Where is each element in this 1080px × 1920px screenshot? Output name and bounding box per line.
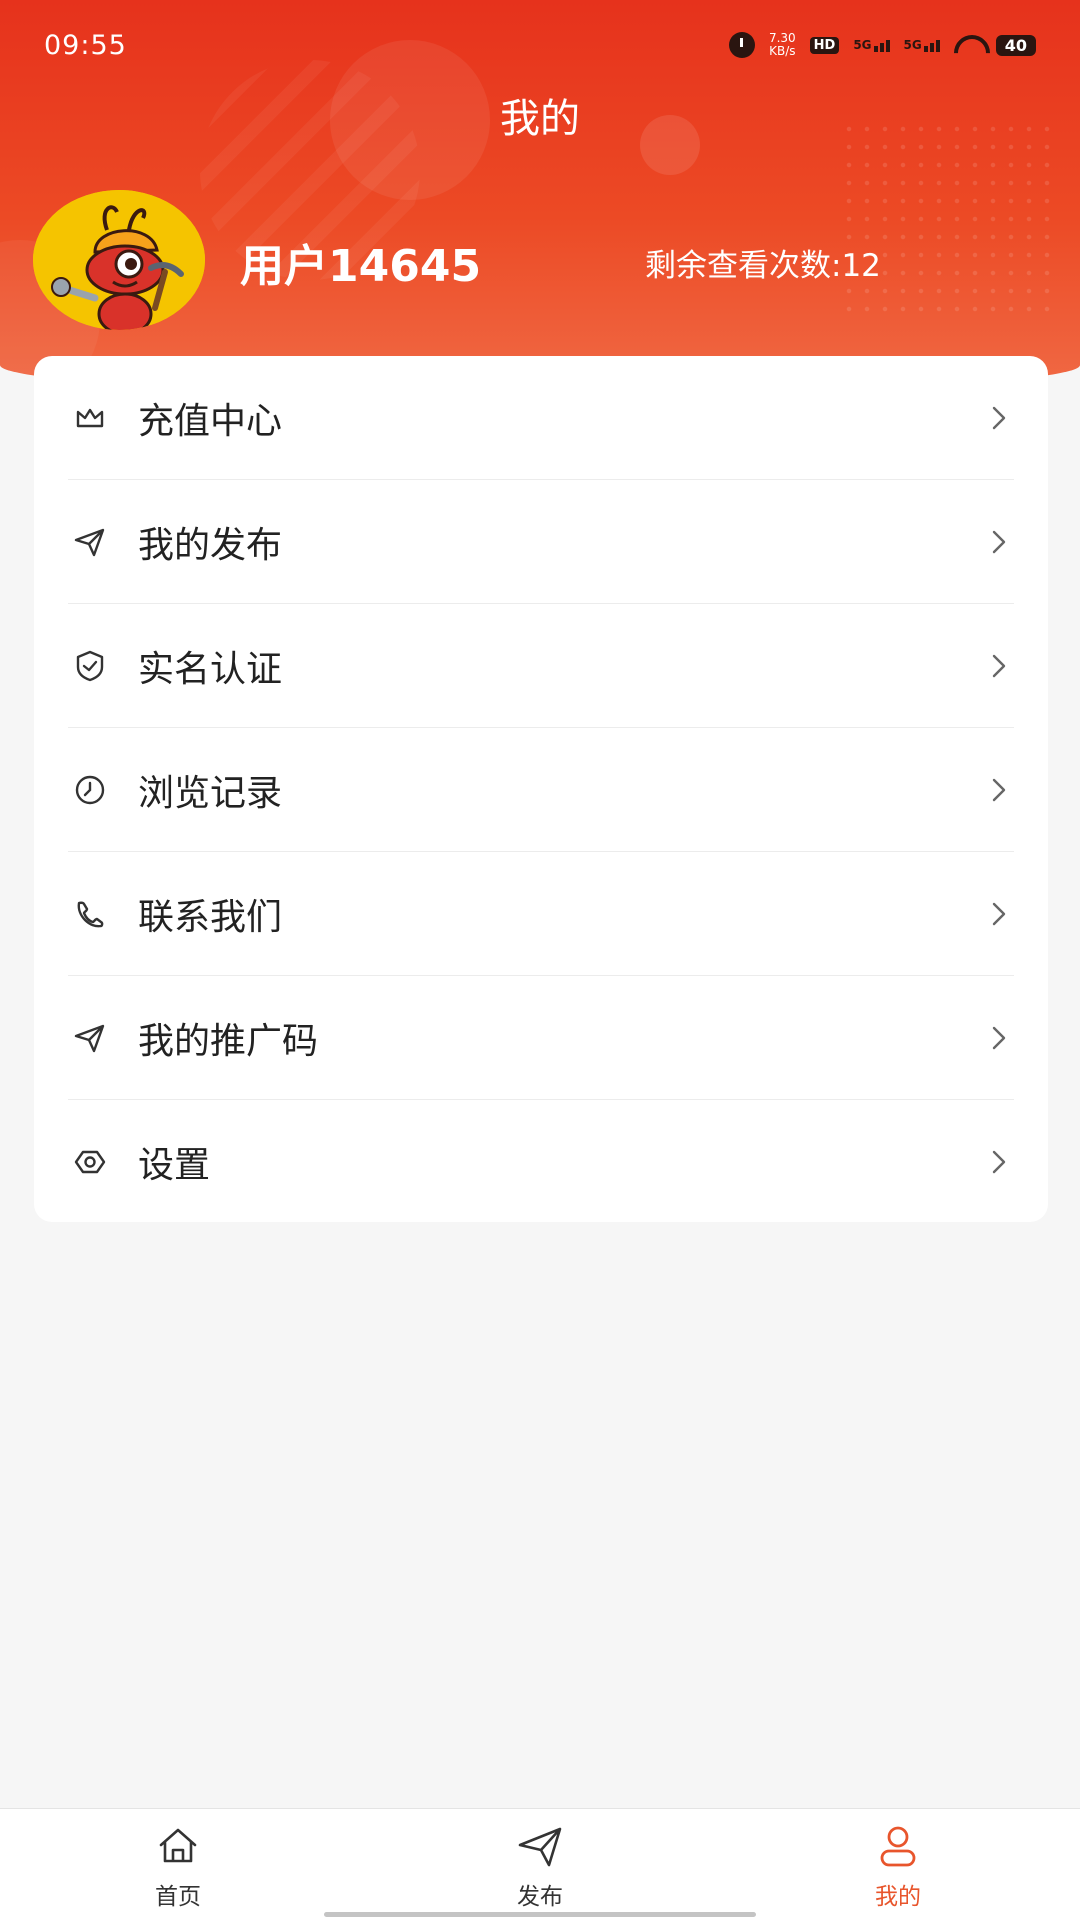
chevron-right-icon bbox=[992, 530, 1006, 554]
signal-icon: 5G bbox=[853, 38, 890, 52]
clock-icon bbox=[75, 775, 105, 805]
hexagon-gear-icon bbox=[74, 1150, 106, 1174]
menu-item-my-posts[interactable]: 我的发布 bbox=[34, 480, 1048, 604]
shield-check-icon bbox=[76, 650, 104, 682]
phone-icon bbox=[77, 901, 104, 928]
menu-item-label: 我的推广码 bbox=[138, 1021, 319, 1062]
header-decoration bbox=[840, 120, 1060, 320]
chevron-right-icon bbox=[992, 654, 1006, 678]
tab-home[interactable]: 首页 bbox=[78, 1809, 278, 1920]
user-icon bbox=[880, 1826, 916, 1867]
tab-label: 我的 bbox=[875, 1884, 921, 1910]
signal-label: 5G bbox=[853, 38, 872, 52]
home-icon bbox=[159, 1828, 197, 1863]
username: 用户14645 bbox=[240, 241, 482, 292]
bottom-nav: 首页 发布 我的 bbox=[0, 1808, 1080, 1920]
menu-item-label: 我的发布 bbox=[138, 525, 283, 566]
network-speed-unit: KB/s bbox=[769, 44, 796, 58]
wifi-icon bbox=[954, 35, 982, 55]
menu-card: 充值中心 我的发布 实名认证 浏览记录 联系我们 我的推广码 设置 bbox=[34, 356, 1048, 1222]
menu-item-recharge-center[interactable]: 充值中心 bbox=[34, 356, 1048, 480]
home-indicator bbox=[324, 1912, 756, 1917]
menu-item-my-referral-code[interactable]: 我的推广码 bbox=[34, 976, 1048, 1100]
network-speed: 7.30 KB/s bbox=[769, 32, 796, 58]
menu-item-real-name-verification[interactable]: 实名认证 bbox=[34, 604, 1048, 728]
menu-item-label: 联系我们 bbox=[138, 897, 283, 938]
hd-badge: HD bbox=[809, 36, 840, 54]
menu-item-browsing-history[interactable]: 浏览记录 bbox=[34, 728, 1048, 852]
menu-item-contact-us[interactable]: 联系我们 bbox=[34, 852, 1048, 976]
chevron-right-icon bbox=[992, 902, 1006, 926]
menu-item-label: 设置 bbox=[138, 1145, 211, 1186]
paper-plane-icon bbox=[74, 528, 105, 557]
tab-my[interactable]: 我的 bbox=[798, 1809, 998, 1920]
crown-icon bbox=[76, 408, 104, 428]
battery-icon: 40 bbox=[995, 34, 1036, 56]
tab-label: 发布 bbox=[517, 1884, 563, 1910]
chevron-right-icon bbox=[992, 1150, 1006, 1174]
menu-item-label: 充值中心 bbox=[138, 401, 283, 442]
chevron-right-icon bbox=[992, 406, 1006, 430]
status-icons: 7.30 KB/s HD 5G 5G 40 bbox=[728, 32, 1036, 58]
chevron-right-icon bbox=[992, 1026, 1006, 1050]
avatar[interactable] bbox=[33, 190, 205, 330]
paper-plane-icon bbox=[518, 1827, 562, 1867]
paper-plane-icon bbox=[74, 1024, 105, 1053]
status-time: 09:55 bbox=[44, 29, 127, 61]
tab-publish[interactable]: 发布 bbox=[440, 1809, 640, 1920]
menu-item-settings[interactable]: 设置 bbox=[34, 1100, 1048, 1224]
status-bar: 09:55 7.30 KB/s HD 5G 5G 40 bbox=[0, 0, 1080, 90]
tab-label: 首页 bbox=[155, 1884, 201, 1910]
page-title: 我的 bbox=[500, 96, 580, 142]
signal-label: 5G bbox=[903, 38, 922, 52]
signal-icon: 5G bbox=[904, 38, 940, 52]
menu-item-label: 浏览记录 bbox=[138, 773, 283, 814]
remaining-views-count: 剩余查看次数:12 bbox=[645, 248, 881, 284]
alarm-icon bbox=[728, 32, 755, 58]
chevron-right-icon bbox=[992, 778, 1006, 802]
ant-mascot-icon bbox=[33, 190, 205, 330]
menu-item-label: 实名认证 bbox=[138, 649, 283, 690]
